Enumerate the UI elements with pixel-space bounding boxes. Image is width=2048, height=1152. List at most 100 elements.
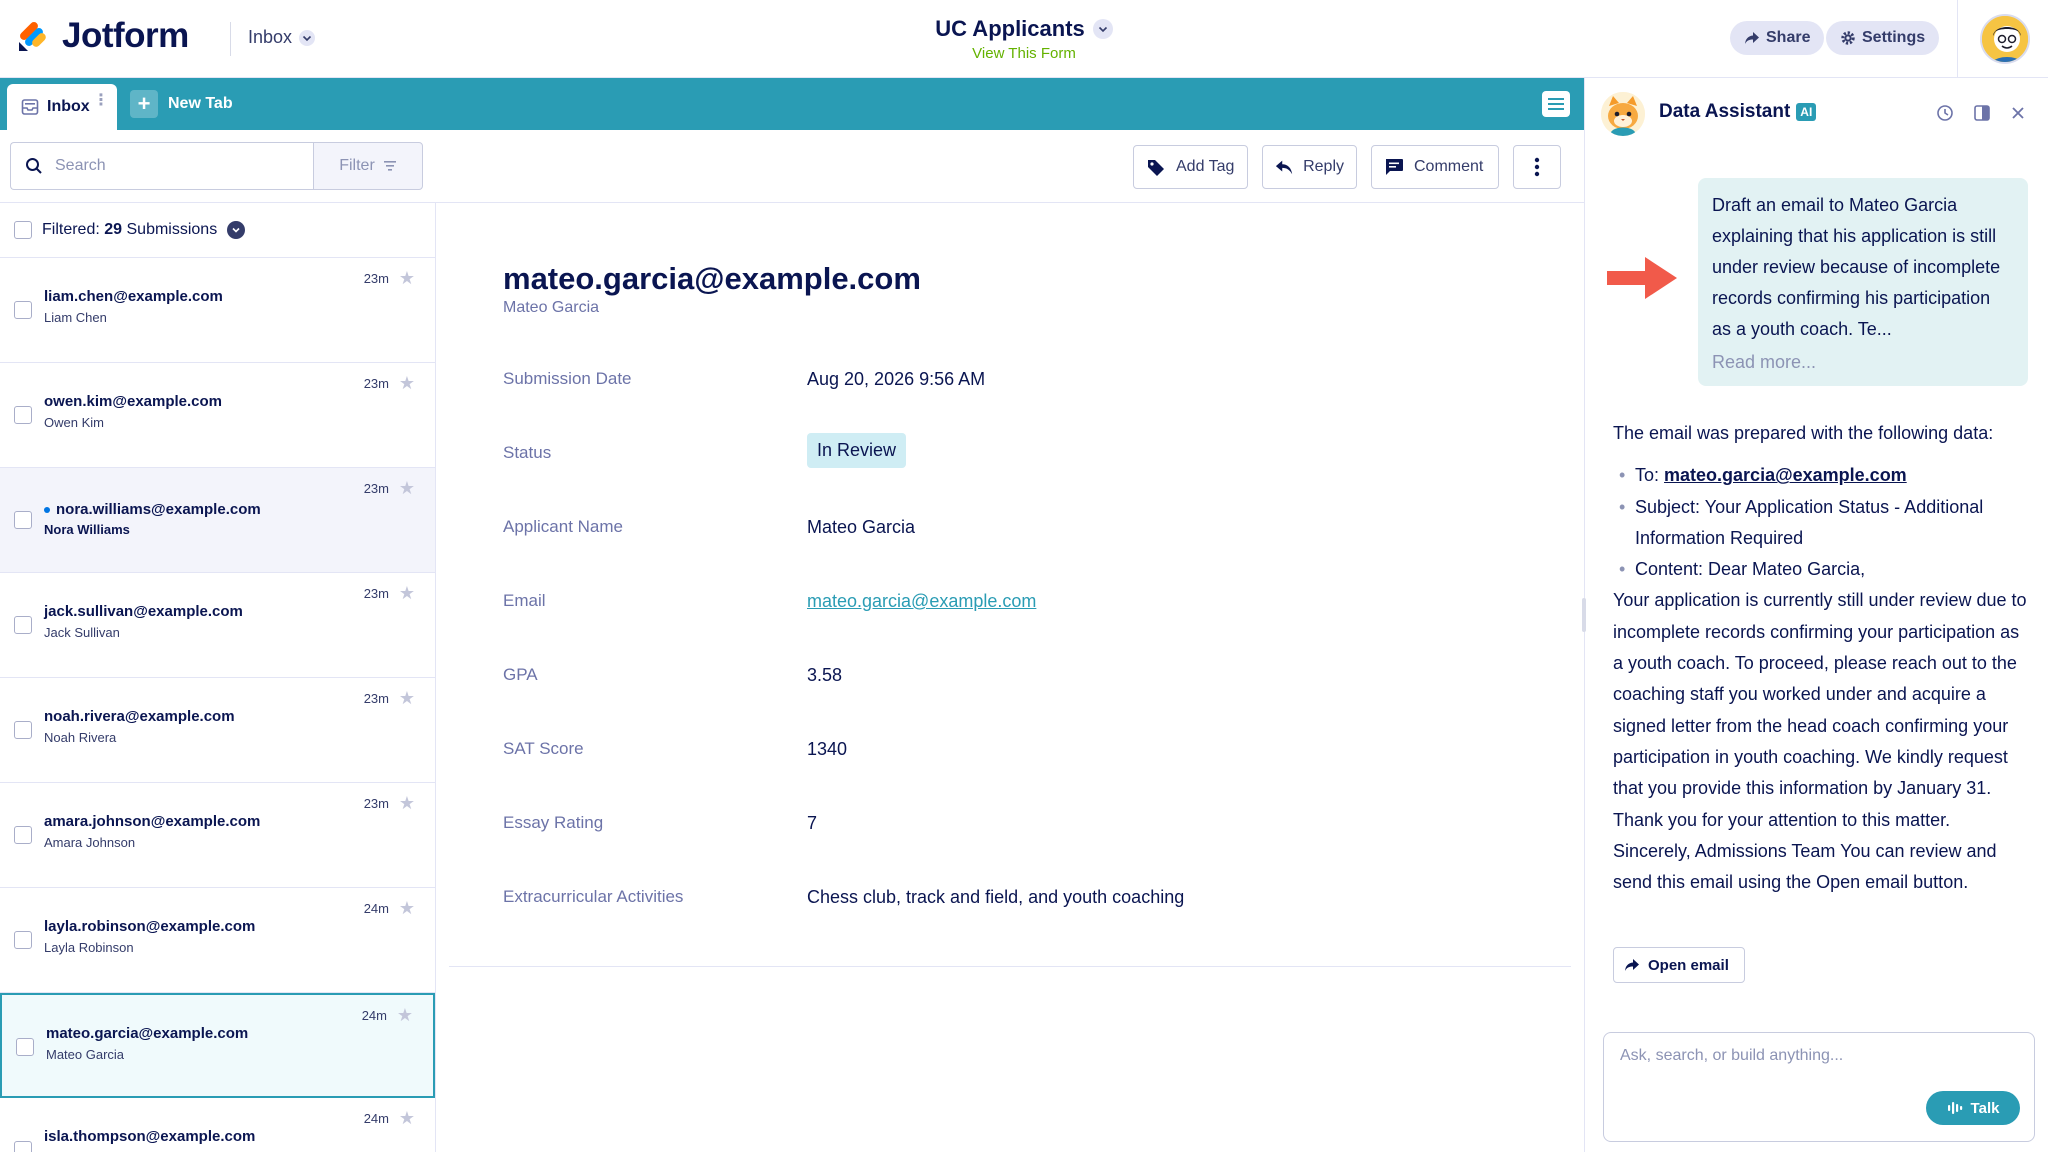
user-message-text: Draft an email to Mateo Garcia explainin… (1712, 195, 2001, 339)
row-time: 23m (363, 481, 389, 496)
row-checkbox[interactable] (14, 406, 32, 424)
list-item[interactable]: liam.chen@example.com Liam Chen 23m ★ (0, 258, 435, 363)
field-essay-rating: Essay Rating 7 (503, 813, 1503, 843)
field-value: 3.58 (807, 665, 843, 685)
search-icon (26, 158, 42, 174)
to-email-link[interactable]: mateo.garcia@example.com (1664, 465, 1907, 485)
app: Jotform Inbox UC Applicants View This Fo… (0, 0, 2048, 1152)
field-extracurricular: Extracurricular Activities Chess club, t… (503, 887, 1503, 917)
talk-label: Talk (1970, 1099, 2000, 1117)
data-assistant-panel: Data Assistant AI Draft an email to Mate… (1582, 78, 2048, 1152)
field-value: 1340 (807, 739, 848, 759)
chevron-down-icon[interactable] (227, 220, 246, 239)
star-icon[interactable]: ★ (399, 373, 415, 394)
menu-icon (1548, 98, 1564, 110)
row-checkbox[interactable] (14, 931, 32, 949)
email-link[interactable]: mateo.garcia@example.com (807, 591, 1036, 612)
row-checkbox[interactable] (14, 721, 32, 739)
menu-button[interactable] (1542, 91, 1570, 117)
list-item-selected[interactable]: mateo.garcia@example.com Mateo Garcia 24… (0, 993, 435, 1098)
forward-icon (1625, 959, 1639, 971)
talk-button[interactable]: Talk (1926, 1091, 2020, 1125)
reply-button[interactable]: Reply (1262, 145, 1357, 189)
field-label: Applicant Name (503, 517, 624, 536)
star-icon[interactable]: ★ (399, 478, 415, 499)
filtered-count: 29 (104, 220, 123, 238)
star-icon[interactable]: ★ (397, 1005, 413, 1026)
row-email: noah.rivera@example.com (44, 708, 235, 725)
list-item[interactable]: nora.williams@example.com Nora Williams … (0, 468, 435, 573)
list-item[interactable]: layla.robinson@example.com Layla Robinso… (0, 888, 435, 993)
field-gpa: GPA 3.58 (503, 665, 1503, 695)
list-item[interactable]: noah.rivera@example.com Noah Rivera 23m … (0, 678, 435, 783)
tab-inbox[interactable]: Inbox ⋮ (7, 84, 117, 130)
field-email: Email mateo.garcia@example.com (503, 591, 1503, 621)
avatar[interactable] (1980, 14, 2030, 64)
comment-button[interactable]: Comment (1371, 145, 1499, 189)
star-icon[interactable]: ★ (399, 688, 415, 709)
to-label: To: (1635, 465, 1660, 486)
star-icon[interactable]: ★ (399, 793, 415, 814)
more-vertical-icon (1534, 157, 1540, 177)
field-label: SAT Score (503, 739, 584, 758)
list-item[interactable]: jack.sullivan@example.com Jack Sullivan … (0, 573, 435, 678)
search-input[interactable]: Search (10, 142, 314, 190)
divider (449, 966, 1571, 967)
filter-button[interactable]: Filter (313, 142, 423, 190)
list-item[interactable]: owen.kim@example.com Owen Kim 23m ★ (0, 363, 435, 468)
close-icon[interactable] (2007, 102, 2029, 124)
assistant-input[interactable]: Ask, search, or build anything... Talk (1603, 1032, 2035, 1142)
chevron-down-icon (1092, 19, 1113, 39)
more-vertical-icon[interactable]: ⋮ (93, 93, 109, 109)
reply-icon (1275, 160, 1293, 175)
open-email-button[interactable]: Open email (1613, 947, 1745, 983)
row-email: owen.kim@example.com (44, 393, 223, 410)
form-title[interactable]: UC Applicants (935, 16, 1113, 42)
add-tag-button[interactable]: Add Tag (1133, 145, 1248, 189)
field-value: 7 (807, 813, 818, 833)
share-button[interactable]: Share (1730, 21, 1825, 55)
top-header: Jotform Inbox UC Applicants View This Fo… (0, 0, 2048, 78)
response-subject-item: Subject: Your Application Status - Addit… (1613, 492, 2029, 555)
settings-button[interactable]: Settings (1826, 21, 1940, 55)
response-content-item: Content: Dear Mateo Garcia, (1613, 554, 2029, 586)
more-options-button[interactable] (1513, 145, 1561, 189)
select-all-checkbox[interactable] (14, 220, 32, 239)
field-sat-score: SAT Score 1340 (503, 739, 1503, 769)
row-checkbox[interactable] (14, 1141, 32, 1152)
row-email: liam.chen@example.com (44, 288, 223, 305)
row-checkbox[interactable] (16, 1038, 34, 1056)
history-icon[interactable] (1934, 102, 1956, 124)
field-label: Status (503, 443, 552, 462)
row-checkbox[interactable] (14, 301, 32, 319)
new-tab-label: New Tab (168, 95, 233, 112)
row-time: 23m (363, 271, 389, 286)
row-name: Layla Robinson (44, 940, 134, 955)
field-label: Email (503, 591, 546, 610)
filtered-suffix: Submissions (126, 220, 218, 238)
row-checkbox[interactable] (14, 616, 32, 634)
status-badge: In Review (807, 433, 907, 468)
star-icon[interactable]: ★ (399, 1108, 415, 1129)
filtered-prefix: Filtered: (42, 220, 100, 238)
row-checkbox[interactable] (14, 826, 32, 844)
unread-dot (44, 507, 50, 514)
read-more-link[interactable]: Read more... (1712, 347, 2014, 378)
assistant-title: Data Assistant AI (1659, 101, 1817, 123)
filtered-summary: Filtered: 29 Submissions (42, 221, 217, 239)
list-item[interactable]: amara.johnson@example.com Amara Johnson … (0, 783, 435, 888)
row-name: Amara Johnson (44, 835, 136, 850)
new-tab-button[interactable]: + New Tab (130, 90, 233, 118)
star-icon[interactable]: ★ (399, 583, 415, 604)
arrow-icon (1607, 257, 1677, 299)
list-item[interactable]: isla.thompson@example.com 24m ★ (0, 1098, 435, 1152)
star-icon[interactable]: ★ (399, 268, 415, 289)
row-email: mateo.garcia@example.com (46, 1025, 249, 1042)
panel-icon[interactable] (1971, 102, 1993, 124)
panel-resize-handle[interactable] (1582, 598, 1586, 632)
row-checkbox[interactable] (14, 511, 32, 529)
open-email-label: Open email (1648, 956, 1729, 974)
response-email-body: Your application is currently still unde… (1613, 590, 2027, 893)
star-icon[interactable]: ★ (399, 898, 415, 919)
row-time: 23m (363, 796, 389, 811)
